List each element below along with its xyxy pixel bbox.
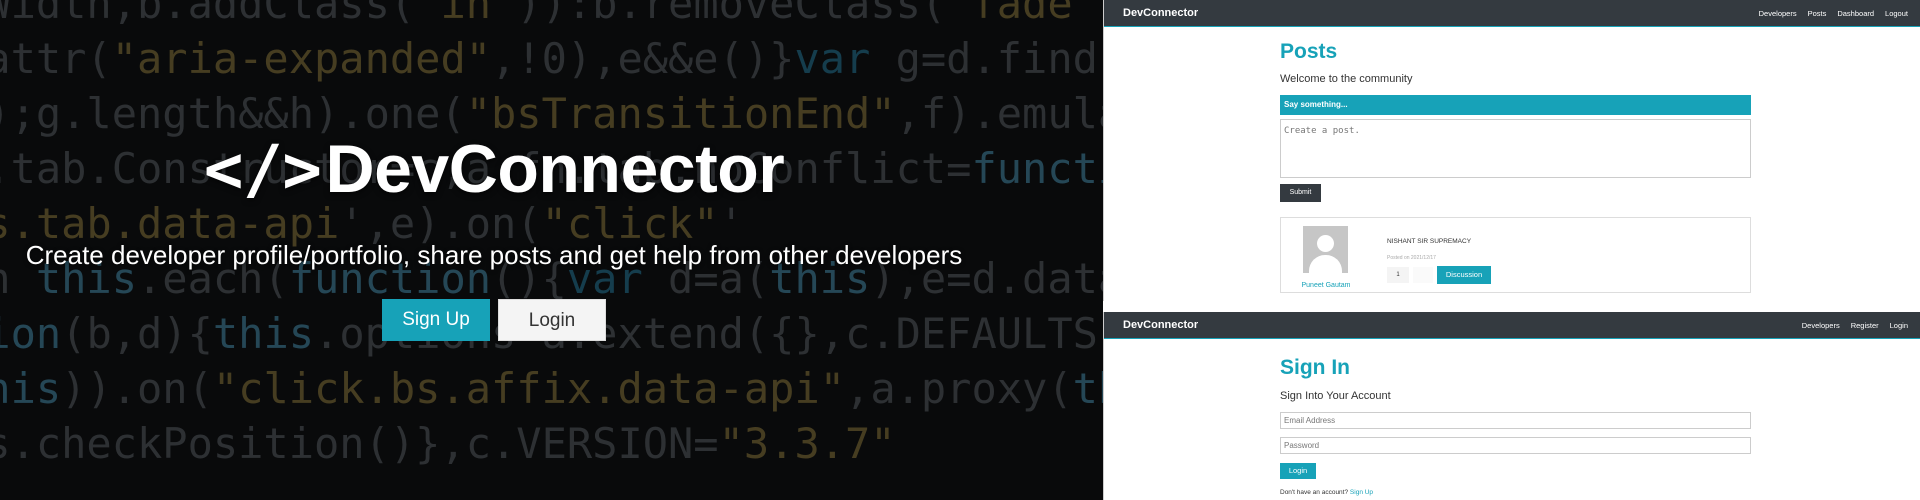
discussion-button[interactable]: Discussion bbox=[1437, 266, 1491, 284]
signup-link[interactable]: Sign Up bbox=[1350, 489, 1373, 496]
post-text: NISHANT SIR SUPREMACY bbox=[1387, 238, 1472, 245]
brand-link[interactable]: DevConnector bbox=[1123, 319, 1198, 331]
posts-container: Posts Welcome to the community Say somet… bbox=[1280, 40, 1751, 293]
login-submit-button[interactable]: Login bbox=[1280, 463, 1316, 479]
no-account-text: Don't have an account? bbox=[1280, 489, 1349, 496]
like-button[interactable]: 1 bbox=[1387, 267, 1409, 283]
page-lead: Sign Into Your Account bbox=[1280, 390, 1391, 402]
landing-tagline: Create developer profile/portfolio, shar… bbox=[25, 240, 963, 270]
signup-button[interactable]: Sign Up bbox=[382, 299, 490, 341]
nav-posts[interactable]: Posts bbox=[1808, 9, 1827, 18]
landing-content: </> DevConnector Create developer profil… bbox=[0, 130, 988, 341]
avatar-head-shape bbox=[1317, 235, 1334, 252]
email-field[interactable]: Email Address bbox=[1280, 412, 1751, 429]
page-title: Sign In bbox=[1280, 356, 1350, 379]
nav-links: Developers Posts Dashboard Logout bbox=[1759, 9, 1908, 18]
panel-divider bbox=[1103, 301, 1920, 312]
brand-link[interactable]: DevConnector bbox=[1123, 7, 1198, 19]
nav-register[interactable]: Register bbox=[1851, 321, 1879, 330]
landing-logo: </> DevConnector bbox=[203, 130, 785, 208]
post-actions: 1 Discussion bbox=[1387, 266, 1491, 284]
posts-page: DevConnector Developers Posts Dashboard … bbox=[1103, 0, 1920, 301]
landing-hero: tWidth,b.addClass("in")):b.removeClass("… bbox=[0, 0, 1103, 500]
post-date: Posted on 2021/12/17 bbox=[1387, 255, 1436, 261]
register-note: Don't have an account? Sign Up bbox=[1280, 489, 1751, 496]
landing-title: DevConnector bbox=[325, 131, 785, 207]
signin-page: DevConnector Developers Register Login S… bbox=[1103, 312, 1920, 500]
page-title: Posts bbox=[1280, 40, 1338, 63]
nav-logout[interactable]: Logout bbox=[1885, 9, 1908, 18]
nav-login[interactable]: Login bbox=[1890, 321, 1908, 330]
nav-developers[interactable]: Developers bbox=[1802, 321, 1840, 330]
avatar[interactable] bbox=[1303, 226, 1348, 273]
submit-button[interactable]: Submit bbox=[1280, 184, 1321, 202]
navbar: DevConnector Developers Register Login bbox=[1104, 312, 1920, 339]
signin-container: Sign In Sign Into Your Account Email Add… bbox=[1280, 356, 1751, 496]
post-item: Puneet Gautam NISHANT SIR SUPREMACY Post… bbox=[1280, 217, 1751, 293]
password-field[interactable]: Password bbox=[1280, 437, 1751, 454]
post-author-link[interactable]: Puneet Gautam bbox=[1295, 282, 1357, 289]
avatar-body-shape bbox=[1309, 255, 1342, 273]
login-button[interactable]: Login bbox=[498, 299, 606, 341]
say-something-header: Say something... bbox=[1280, 95, 1751, 115]
navbar: DevConnector Developers Posts Dashboard … bbox=[1104, 0, 1920, 27]
code-icon: </> bbox=[203, 130, 322, 208]
nav-dashboard[interactable]: Dashboard bbox=[1837, 9, 1874, 18]
nav-developers[interactable]: Developers bbox=[1759, 9, 1797, 18]
unlike-button[interactable] bbox=[1413, 267, 1433, 283]
nav-links: Developers Register Login bbox=[1802, 321, 1908, 330]
post-textarea[interactable]: Create a post. bbox=[1280, 119, 1751, 178]
page-lead: Welcome to the community bbox=[1280, 73, 1413, 85]
landing-buttons: Sign Up Login bbox=[0, 299, 988, 341]
